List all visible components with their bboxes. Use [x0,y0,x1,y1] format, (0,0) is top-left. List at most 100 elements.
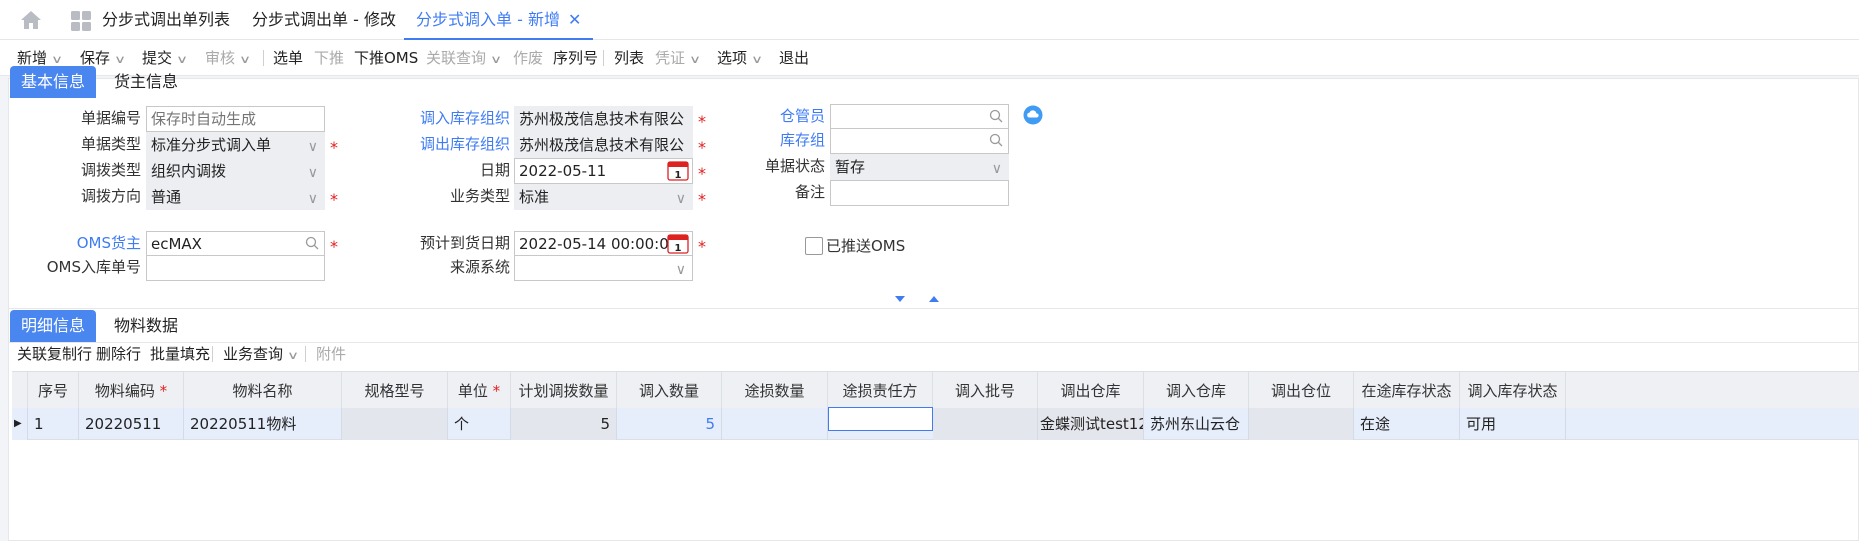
cell-material-name[interactable]: 20220511物料 [184,408,342,440]
col-spec[interactable]: 规格型号 [342,372,448,410]
col-material-code[interactable]: 物料编码 * [79,372,184,410]
col-in-batch[interactable]: 调入批号 [933,372,1038,410]
col-out-location[interactable]: 调出仓位 [1249,372,1354,410]
search-icon[interactable] [989,133,1003,147]
stock-group-field[interactable] [830,128,1009,154]
close-icon[interactable]: ✕ [568,10,581,29]
keeper-field[interactable] [830,104,1009,130]
void-button[interactable]: 作废 [513,40,543,76]
chevron-down-icon[interactable]: ∨ [287,342,299,370]
col-unit[interactable]: 单位 * [448,372,511,410]
chevron-down-icon[interactable]: ∨ [676,187,686,211]
table-row[interactable]: ▶ 1 20220511 20220511物料 个 5 5 金蝶测试test12… [12,407,1859,440]
cell-loss-qty[interactable] [722,408,828,440]
copy-row-button[interactable]: 关联复制行 [17,340,92,368]
serial-number-button[interactable]: 序列号 [553,40,598,76]
chevron-down-icon[interactable]: ∨ [490,42,502,78]
bill-type-select[interactable]: 标准分步式调入单 ∨ [146,132,325,158]
out-org-field[interactable]: 苏州极茂信息技术有限公司 [514,132,693,178]
chevron-down-icon[interactable]: ∨ [308,187,318,211]
col-planned-qty[interactable]: 计划调拨数量 [511,372,617,410]
oms-in-no-field[interactable] [146,255,325,281]
tab-detail-info[interactable]: 明细信息 [10,310,96,342]
cell-in-warehouse[interactable]: 苏州东山云仓 [1144,408,1249,440]
chevron-down-icon[interactable]: ∨ [751,42,763,78]
calendar-icon[interactable]: 1 [667,234,689,254]
batch-fill-button[interactable]: 批量填充 [150,340,210,368]
cell-in-status[interactable]: 可用 [1460,408,1566,440]
out-org-label[interactable]: 调出库存组织 [400,132,510,156]
search-icon[interactable] [989,109,1003,123]
collapse-up-icon[interactable] [928,295,940,303]
exit-button[interactable]: 退出 [779,40,809,76]
apps-grid-icon[interactable] [70,10,92,32]
list-button[interactable]: 列表 [614,40,644,76]
chevron-down-icon[interactable]: ∨ [689,42,701,78]
stock-group-label[interactable]: 库存组 [750,128,825,152]
audit-button[interactable]: 审核 ∨ [205,40,251,78]
col-loss-party[interactable]: 途损责任方 [828,372,933,410]
col-in-warehouse[interactable]: 调入仓库 [1144,372,1249,410]
source-system-label: 来源系统 [449,258,510,276]
required-mark: * [698,190,706,209]
date-field[interactable]: 2022-05-11 1 [514,158,693,184]
chevron-down-icon[interactable]: ∨ [308,161,318,185]
col-out-warehouse[interactable]: 调出仓库 [1038,372,1144,410]
oms-owner-label[interactable]: OMS货主 [40,231,141,255]
transfer-direction-value: 普通 [151,188,182,206]
cell-planned-qty: 5 [511,408,617,440]
attachment-button[interactable]: 附件 [316,340,346,368]
delete-row-button[interactable]: 删除行 [96,340,141,368]
search-icon[interactable] [305,236,319,250]
in-org-field[interactable]: 苏州极茂信息技术有限公司 [514,106,693,152]
cell-unit[interactable]: 个 [448,408,511,440]
biz-type-select[interactable]: 标准 ∨ [514,184,693,210]
col-loss-qty[interactable]: 途损数量 [722,372,828,410]
bill-status-select[interactable]: 暂存 ∨ [830,154,1009,180]
related-query-button[interactable]: 关联查询 ∨ [426,40,502,78]
tab-transfer-out-list[interactable]: 分步式调出单列表 [102,0,230,40]
keeper-label[interactable]: 仓管员 [750,104,825,128]
expected-date-field[interactable]: 2022-05-14 00:00:00 1 [514,231,693,257]
tab-transfer-out-edit[interactable]: 分步式调出单 - 修改 [252,0,396,40]
chevron-down-icon[interactable]: ∨ [239,42,251,78]
remark-field[interactable] [830,180,1009,206]
in-org-label[interactable]: 调入库存组织 [400,106,510,130]
chevron-down-icon[interactable]: ∨ [308,135,318,159]
col-seq[interactable]: 序号 [28,372,79,410]
transfer-direction-select[interactable]: 普通 ∨ [146,184,325,210]
col-transit-status[interactable]: 在途库存状态 [1354,372,1460,410]
bill-no-field[interactable] [146,106,325,132]
col-in-status[interactable]: 调入库存状态 [1460,372,1566,410]
col-in-qty[interactable]: 调入数量 [617,372,722,410]
tab-material-data[interactable]: 物料数据 [104,310,188,342]
row-pointer-icon: ▶ [12,408,28,440]
main-toolbar: 新增 ∨ 保存 ∨ 提交 ∨ 审核 ∨ 选单 下推 下推OMS 关联查询 ∨ 作废 序列号… [0,40,1859,76]
cell-in-qty[interactable]: 5 [617,408,722,440]
required-mark: * [698,112,706,131]
select-bill-button[interactable]: 选单 [273,40,303,76]
calendar-icon[interactable]: 1 [667,161,689,181]
chevron-down-icon[interactable]: ∨ [992,157,1002,181]
cell-transit-status[interactable]: 在途 [1354,408,1460,440]
oms-owner-field[interactable]: ecMAX [146,231,325,257]
chevron-down-icon[interactable]: ∨ [676,258,686,282]
cell-seq[interactable]: 1 [28,408,79,440]
tab-owner-info[interactable]: 货主信息 [104,66,188,98]
transfer-type-select[interactable]: 组织内调拨 ∨ [146,158,325,184]
push-down-button[interactable]: 下推 [314,40,344,76]
tab-transfer-in-new[interactable]: 分步式调入单 - 新增 ✕ [404,0,594,40]
pushed-oms-checkbox[interactable] [805,237,823,255]
voucher-button[interactable]: 凭证 ∨ [655,40,701,78]
cell-material-code[interactable]: 20220511 [79,408,184,440]
options-button[interactable]: 选项 ∨ [717,40,763,78]
tab-basic-info[interactable]: 基本信息 [10,66,96,98]
source-system-select[interactable]: ∨ [514,255,693,281]
col-material-name[interactable]: 物料名称 [184,372,342,410]
cell-loss-party[interactable] [828,407,933,431]
push-oms-button[interactable]: 下推OMS [354,40,418,76]
collapse-down-icon[interactable] [894,295,906,303]
sync-cloud-icon[interactable] [1023,105,1043,125]
home-icon[interactable] [20,10,42,30]
biz-query-button[interactable]: 业务查询 ∨ [223,340,299,370]
